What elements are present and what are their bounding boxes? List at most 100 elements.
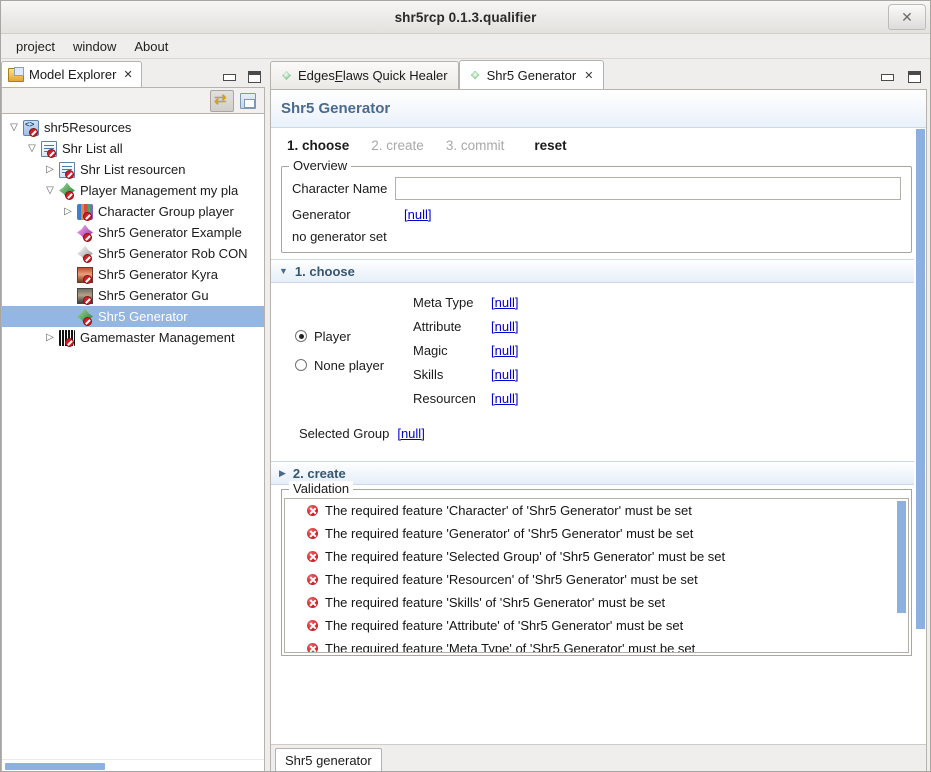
editor-tabrow: EdgesFlaws Quick Healer Shr5 Generator ✕ bbox=[270, 59, 927, 89]
field-value-link[interactable]: [null] bbox=[491, 343, 518, 358]
tree-item-0[interactable]: shr5Resources bbox=[2, 117, 264, 138]
tree-node-icon bbox=[58, 329, 76, 347]
selected-group-label: Selected Group bbox=[299, 426, 390, 441]
tree-item-5[interactable]: Shr5 Generator Example bbox=[2, 222, 264, 243]
close-icon: ✕ bbox=[901, 9, 913, 25]
field-value-link[interactable]: [null] bbox=[491, 367, 518, 382]
tree-item-9[interactable]: Shr5 Generator bbox=[2, 306, 264, 327]
tree-node-icon bbox=[58, 161, 76, 179]
field-value-link[interactable]: [null] bbox=[491, 391, 518, 406]
tree-hscroll-thumb[interactable] bbox=[5, 763, 105, 770]
validation-scroll-thumb[interactable] bbox=[897, 501, 906, 613]
chevron-down-icon[interactable] bbox=[6, 122, 22, 133]
field-row-skills: Skills [null] bbox=[413, 367, 518, 382]
generator-link[interactable]: [null] bbox=[404, 207, 431, 222]
tree-node-icon bbox=[76, 224, 94, 242]
editor-tab-close-icon[interactable]: ✕ bbox=[584, 69, 593, 82]
window-close-button[interactable]: ✕ bbox=[888, 4, 926, 30]
choose-grid: Player None player Meta Type [null] Attribu… bbox=[281, 295, 912, 406]
diamond-icon bbox=[281, 70, 292, 81]
window-title: shr5rcp 0.1.3.qualifier bbox=[394, 9, 537, 25]
form-vscroll-thumb[interactable] bbox=[916, 129, 925, 629]
tree-item-8[interactable]: Shr5 Generator Gu bbox=[2, 285, 264, 306]
menubar: project window About bbox=[1, 34, 930, 59]
tree-item-label: Player Management my pla bbox=[80, 183, 239, 198]
chevron-down-icon[interactable] bbox=[24, 143, 40, 154]
model-tree-panel[interactable]: shr5Resources Shr List all Shr List resour… bbox=[1, 114, 265, 771]
form-vertical-scrollbar[interactable] bbox=[914, 128, 926, 744]
chevron-right-icon[interactable] bbox=[42, 164, 58, 175]
chevron-down-icon[interactable] bbox=[42, 185, 58, 196]
tree-node-icon bbox=[22, 119, 40, 137]
validation-message-row[interactable]: The required feature 'Attribute' of 'Shr… bbox=[285, 614, 908, 637]
tree-item-2[interactable]: Shr List resourcen bbox=[2, 159, 264, 180]
radio-player[interactable]: Player bbox=[295, 329, 413, 344]
editor-tab-edgesflaws-quick-healer[interactable]: EdgesFlaws Quick Healer bbox=[270, 61, 459, 89]
tree-item-4[interactable]: Character Group player bbox=[2, 201, 264, 222]
link-with-editor-button[interactable] bbox=[210, 89, 234, 112]
form-scroll-container: 1. choose 2. create 3. commit reset Over… bbox=[271, 128, 926, 744]
step-2-create[interactable]: 2. create bbox=[371, 138, 424, 153]
tree-item-7[interactable]: Shr5 Generator Kyra bbox=[2, 264, 264, 285]
error-icon bbox=[307, 574, 318, 585]
tree-node-icon bbox=[76, 308, 94, 326]
step-3-commit[interactable]: 3. commit bbox=[446, 138, 505, 153]
editor-control-buttons bbox=[881, 71, 921, 83]
validation-message-row[interactable]: The required feature 'Skills' of 'Shr5 G… bbox=[285, 591, 908, 614]
validation-scrollbar[interactable] bbox=[896, 500, 907, 651]
field-row-attribute: Attribute [null] bbox=[413, 319, 518, 334]
view-tab-model-explorer[interactable]: Model Explorer ✕ bbox=[1, 61, 142, 87]
error-icon bbox=[307, 551, 318, 562]
radio-button-icon[interactable] bbox=[295, 359, 307, 371]
tree-item-10[interactable]: Gamemaster Management bbox=[2, 327, 264, 348]
section-header-1-choose[interactable]: ▼ 1. choose bbox=[271, 259, 926, 283]
chevron-down-icon: ▼ bbox=[279, 266, 288, 276]
field-value-link[interactable]: [null] bbox=[491, 319, 518, 334]
editor-tab-shr5-generator[interactable]: Shr5 Generator ✕ bbox=[458, 60, 605, 89]
error-overlay-icon bbox=[83, 211, 92, 221]
step-1-choose[interactable]: 1. choose bbox=[287, 138, 349, 153]
error-overlay-icon bbox=[47, 148, 56, 158]
section-header-2-create[interactable]: ▶ 2. create bbox=[271, 461, 926, 485]
validation-message-row[interactable]: The required feature 'Meta Type' of 'Shr… bbox=[285, 637, 908, 652]
page-tab-shr5-generator[interactable]: Shr5 generator bbox=[275, 748, 382, 771]
radio-none-player[interactable]: None player bbox=[295, 358, 413, 373]
window-titlebar: shr5rcp 0.1.3.qualifier ✕ bbox=[1, 1, 930, 34]
chevron-right-icon[interactable] bbox=[60, 206, 76, 217]
chevron-right-icon[interactable] bbox=[42, 332, 58, 343]
view-close-icon[interactable]: ✕ bbox=[123, 68, 132, 81]
section-title-2-create: 2. create bbox=[292, 465, 346, 481]
validation-message-row[interactable]: The required feature 'Character' of 'Shr… bbox=[285, 499, 908, 522]
character-name-input[interactable] bbox=[395, 177, 901, 200]
validation-message-row[interactable]: The required feature 'Generator' of 'Shr… bbox=[285, 522, 908, 545]
tree-horizontal-scrollbar[interactable] bbox=[2, 759, 264, 771]
selected-group-link[interactable]: [null] bbox=[397, 426, 424, 441]
field-value-link[interactable]: [null] bbox=[491, 295, 518, 310]
model-explorer-toolbar bbox=[1, 87, 265, 114]
validation-message-text: The required feature 'Attribute' of 'Shr… bbox=[325, 618, 684, 633]
tree-item-3[interactable]: Player Management my pla bbox=[2, 180, 264, 201]
section-body-1-choose: Player None player Meta Type [null] Attribu… bbox=[281, 283, 912, 455]
validation-message-row[interactable]: The required feature 'Selected Group' of… bbox=[285, 545, 908, 568]
field-label: Magic bbox=[413, 343, 448, 358]
radio-button-icon[interactable] bbox=[295, 330, 307, 342]
menu-item-project[interactable]: project bbox=[7, 36, 64, 57]
validation-list[interactable]: The required feature 'Character' of 'Shr… bbox=[284, 498, 909, 653]
tree-item-6[interactable]: Shr5 Generator Rob CON bbox=[2, 243, 264, 264]
validation-message-row[interactable]: The required feature 'Resourcen' of 'Shr… bbox=[285, 568, 908, 591]
error-overlay-icon bbox=[65, 337, 74, 347]
view-maximize-icon[interactable] bbox=[248, 71, 261, 83]
view-minimize-icon[interactable] bbox=[223, 73, 236, 81]
field-row-meta-type: Meta Type [null] bbox=[413, 295, 518, 310]
player-type-radiogroup: Player None player bbox=[295, 329, 413, 373]
tree-node-icon bbox=[76, 287, 94, 305]
tree-item-1[interactable]: Shr List all bbox=[2, 138, 264, 159]
tree-item-label: Character Group player bbox=[98, 204, 234, 219]
menu-item-about[interactable]: About bbox=[125, 36, 177, 57]
menu-item-window[interactable]: window bbox=[64, 36, 125, 57]
save-button[interactable] bbox=[236, 90, 260, 112]
editor-minimize-icon[interactable] bbox=[881, 73, 894, 81]
section-title-1-choose: 1. choose bbox=[294, 263, 355, 279]
editor-maximize-icon[interactable] bbox=[908, 71, 921, 83]
reset-link[interactable]: reset bbox=[534, 138, 566, 153]
